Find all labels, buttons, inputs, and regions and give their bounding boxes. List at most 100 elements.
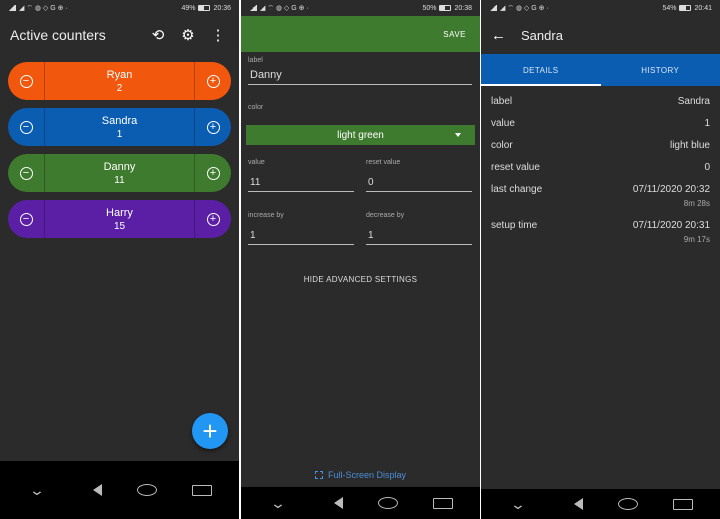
signal-icon xyxy=(489,5,497,11)
color-select[interactable]: light green xyxy=(246,125,475,145)
battery-percent: 50% xyxy=(422,4,437,12)
reset-value-input[interactable]: 0 xyxy=(366,172,472,192)
label-field: label Danny xyxy=(248,57,472,85)
tab-details[interactable]: DETAILS xyxy=(481,54,601,86)
recents-nav-icon[interactable] xyxy=(672,498,693,510)
reset-value-field: reset value 0 xyxy=(366,159,472,192)
clock: 20:41 xyxy=(694,4,712,12)
plus-icon: + xyxy=(202,415,218,446)
clock: 20:36 xyxy=(213,4,231,12)
chevron-down-icon[interactable]: ⌄ xyxy=(504,496,532,513)
minus-circle-icon: − xyxy=(19,74,33,88)
color-caption: color xyxy=(248,104,264,111)
decrease-field: decrease by 1 xyxy=(366,212,472,245)
dropdown-arrow-icon xyxy=(455,133,461,137)
app-bar: Active counters ⟲ ⚙ ⋮ xyxy=(0,16,239,54)
back-nav-icon[interactable] xyxy=(563,498,584,510)
gear-icon[interactable]: ⚙ xyxy=(177,26,199,44)
color-field: color xyxy=(248,104,263,111)
recents-nav-icon[interactable] xyxy=(432,497,453,509)
edit-app-bar: SAVE xyxy=(241,16,480,52)
detail-key: last change xyxy=(491,184,543,195)
tab-bar: DETAILS HISTORY xyxy=(481,54,720,86)
increment-button[interactable]: + xyxy=(195,108,231,146)
decrement-button[interactable]: − xyxy=(8,62,44,100)
screen-active-counters: ◢ ⌔ ◍ ◇ G ⊕ · 49% 20:36 Active counters ⟲… xyxy=(0,0,239,519)
decrease-input[interactable]: 1 xyxy=(366,225,472,245)
detail-key: setup time xyxy=(491,220,538,231)
status-icons: ◢ ⌔ ◍ ◇ G ⊕ · xyxy=(19,4,68,12)
add-counter-button[interactable]: + xyxy=(192,413,228,449)
hide-advanced-settings-button[interactable]: HIDE ADVANCED SETTINGS xyxy=(241,275,480,284)
back-nav-icon[interactable] xyxy=(82,484,103,496)
tab-history[interactable]: HISTORY xyxy=(601,54,720,86)
detail-value: light blue xyxy=(669,140,710,151)
system-nav-bar: ⌄ xyxy=(241,487,480,519)
last-change-row: last change 07/11/2020 20:32 8m 28s xyxy=(481,184,720,208)
counter-list: − Ryan 2 + − Sandra 1 + − Danny 11 + − Harry 15 + xyxy=(0,62,239,238)
detail-value: Sandra xyxy=(677,96,710,107)
status-bar: ◢ ⌔ ◍ ◇ G ⊕ · 49% 20:36 xyxy=(0,0,239,16)
status-bar: ◢ ⌔ ◍ ◇ G ⊕ · 50% 20:38 xyxy=(241,0,480,16)
signal-icon xyxy=(249,5,257,11)
recents-nav-icon[interactable] xyxy=(191,484,212,496)
home-nav-icon[interactable] xyxy=(617,498,638,510)
chevron-down-icon[interactable]: ⌄ xyxy=(264,495,292,512)
detail-key: color xyxy=(491,140,513,151)
counter-name: Ryan xyxy=(106,68,133,81)
detail-key: value xyxy=(491,118,515,129)
decrement-button[interactable]: − xyxy=(8,200,44,238)
counter-value: 2 xyxy=(116,82,123,94)
counter-display[interactable]: Ryan 2 xyxy=(44,62,195,100)
counter-display[interactable]: Sandra 1 xyxy=(44,108,195,146)
home-nav-icon[interactable] xyxy=(136,484,157,496)
minus-circle-icon: − xyxy=(19,166,33,180)
battery-percent: 54% xyxy=(662,4,677,12)
detail-row: value 1 xyxy=(481,118,720,129)
increment-button[interactable]: + xyxy=(195,62,231,100)
increase-caption: increase by xyxy=(248,212,284,219)
reset-value-caption: reset value xyxy=(366,159,401,166)
detail-row: color light blue xyxy=(481,140,720,151)
detail-value: 0 xyxy=(704,162,710,173)
page-title: Sandra xyxy=(521,27,563,43)
detail-row: label Sandra xyxy=(481,96,720,107)
value-input[interactable]: 11 xyxy=(248,172,354,192)
label-input[interactable]: Danny xyxy=(248,64,472,85)
detail-row: reset value 0 xyxy=(481,162,720,173)
decrement-button[interactable]: − xyxy=(8,108,44,146)
minus-circle-icon: − xyxy=(19,212,33,226)
system-nav-bar: ⌄ xyxy=(0,461,239,519)
detail-value: 1 xyxy=(704,118,710,129)
screen-edit-counter: ◢ ⌔ ◍ ◇ G ⊕ · 50% 20:38 SAVE label Danny … xyxy=(241,0,480,519)
arrow-back-icon[interactable]: ← xyxy=(491,27,513,44)
increase-field: increase by 1 xyxy=(248,212,354,245)
increment-button[interactable]: + xyxy=(195,200,231,238)
save-button[interactable]: SAVE xyxy=(443,30,466,39)
reset-icon[interactable]: ⟲ xyxy=(147,26,169,44)
fullscreen-display-button[interactable]: Full-Screen Display xyxy=(241,470,480,480)
increment-button[interactable]: + xyxy=(195,154,231,192)
status-icons: ◢ ⌔ ◍ ◇ G ⊕ · xyxy=(500,4,549,12)
counter-display[interactable]: Harry 15 xyxy=(44,200,195,238)
plus-circle-icon: + xyxy=(206,74,220,88)
increase-input[interactable]: 1 xyxy=(248,225,354,245)
plus-circle-icon: + xyxy=(206,120,220,134)
detail-elapsed: 9m 17s xyxy=(683,235,710,244)
status-icons: ◢ ⌔ ◍ ◇ G ⊕ · xyxy=(260,4,309,12)
decrease-caption: decrease by xyxy=(366,212,405,219)
counter-row: − Ryan 2 + xyxy=(8,62,231,100)
detail-value: 07/11/2020 20:31 xyxy=(632,220,710,231)
counter-value: 11 xyxy=(114,174,125,186)
detail-key: reset value xyxy=(491,162,540,173)
chevron-down-icon[interactable]: ⌄ xyxy=(23,482,51,499)
counter-display[interactable]: Danny 11 xyxy=(44,154,195,192)
minus-circle-icon: − xyxy=(19,120,33,134)
detail-key: label xyxy=(491,96,513,107)
detail-elapsed: 8m 28s xyxy=(683,199,710,208)
decrement-button[interactable]: − xyxy=(8,154,44,192)
more-vert-icon[interactable]: ⋮ xyxy=(207,26,229,44)
back-nav-icon[interactable] xyxy=(323,497,344,509)
home-nav-icon[interactable] xyxy=(377,497,398,509)
status-bar: ◢ ⌔ ◍ ◇ G ⊕ · 54% 20:41 xyxy=(481,0,720,16)
